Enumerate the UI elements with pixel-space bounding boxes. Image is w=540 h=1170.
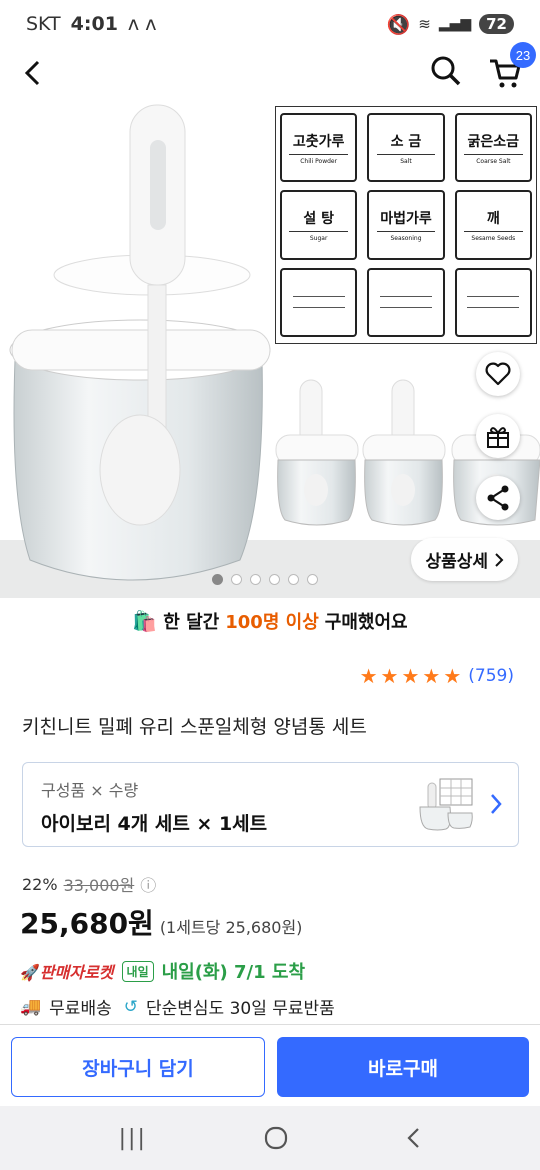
clock: 4:01 bbox=[70, 13, 118, 35]
cart-count-badge: 23 bbox=[510, 42, 536, 68]
star-icon: ★ bbox=[359, 664, 378, 688]
add-to-cart-button[interactable]: 장바구니 담기 bbox=[11, 1037, 265, 1097]
chevron-right-icon bbox=[495, 552, 504, 567]
carousel-dot[interactable] bbox=[288, 574, 299, 585]
back-nav-button[interactable] bbox=[405, 1126, 421, 1150]
signal-icon: ▂▄▆ bbox=[438, 16, 472, 32]
app-header: 23 bbox=[0, 42, 540, 98]
tomorrow-badge: 내일 bbox=[121, 960, 154, 982]
sold-suffix: 구매했어요 bbox=[324, 612, 408, 633]
free-shipping-label: 무료배송 bbox=[49, 999, 112, 1019]
carousel-indicator bbox=[212, 574, 318, 585]
system-nav-bar: ||| bbox=[0, 1106, 540, 1170]
return-icon: ↺ bbox=[123, 996, 138, 1017]
shopping-bag-check-icon: 🛍️ bbox=[132, 609, 158, 633]
discount-row: 22% 33,000원 ⓘ bbox=[22, 872, 156, 896]
purchase-count-banner: 🛍️ 한 달간 100명 이상 구매했어요 bbox=[0, 602, 540, 640]
gift-button[interactable] bbox=[476, 414, 520, 458]
label-sticker-blank bbox=[280, 267, 358, 337]
purchase-actions: 장바구니 담기 바로구매 bbox=[0, 1024, 540, 1106]
option-thumbnail bbox=[419, 778, 473, 831]
back-button[interactable] bbox=[18, 58, 48, 88]
option-selector[interactable]: 구성품 × 수량 아이보리 4개 세트 × 1세트 bbox=[22, 762, 519, 847]
carousel-dot[interactable] bbox=[212, 574, 223, 585]
rating[interactable]: ★ ★ ★ ★ ★ (759) bbox=[360, 664, 514, 688]
label-sticker: 설 탕 Sugar bbox=[280, 190, 358, 260]
carousel-dot[interactable] bbox=[307, 574, 318, 585]
wifi-icon: ≋ bbox=[418, 15, 431, 33]
star-icon: ★ bbox=[401, 664, 420, 688]
search-button[interactable] bbox=[430, 55, 462, 91]
label-sticker: 굵은소금 Coarse Salt bbox=[454, 113, 532, 183]
star-icon: ★ bbox=[380, 664, 399, 688]
label-sticker-blank bbox=[367, 267, 445, 337]
unit-price: (1세트당 25,680원) bbox=[159, 918, 303, 937]
product-image-carousel[interactable]: 고춧가루 Chili Powder 소 금 Salt 굵은소금 Coarse Salt… bbox=[0, 100, 540, 598]
review-count[interactable]: (759) bbox=[468, 666, 514, 686]
cart-button[interactable]: 23 bbox=[488, 42, 536, 90]
rocket-label: 판매자로켓 bbox=[39, 963, 114, 982]
chevron-left-icon bbox=[24, 60, 40, 86]
free-return-label: 단순변심도 30일 무료반품 bbox=[145, 999, 335, 1019]
arrival-date: 내일(화) 7/1 도착 bbox=[161, 962, 306, 983]
wishlist-button[interactable] bbox=[476, 352, 520, 396]
label-sticker: 소 금 Salt bbox=[367, 113, 445, 183]
status-bar: SKT 4:01 ᴧ ᴧ 🔇 ≋ ▂▄▆ 72 bbox=[0, 0, 540, 48]
notification-icon: ᴧ ᴧ bbox=[127, 13, 157, 35]
recent-apps-button[interactable]: ||| bbox=[119, 1126, 147, 1151]
sale-price: 25,680원 bbox=[20, 907, 154, 940]
star-icon: ★ bbox=[443, 664, 462, 688]
carrier-label: SKT bbox=[26, 13, 61, 35]
product-detail-label: 상품상세 bbox=[425, 552, 488, 572]
label-sticker: 고춧가루 Chili Powder bbox=[280, 113, 358, 183]
price-row: 25,680원 (1세트당 25,680원) bbox=[20, 902, 302, 942]
share-button[interactable] bbox=[476, 476, 520, 520]
rocket-icon: 🚀 bbox=[20, 963, 40, 982]
mute-icon: 🔇 bbox=[386, 13, 411, 36]
label-sticker-blank bbox=[454, 267, 532, 337]
shipping-row: 🚚 무료배송 ↺ 단순변심도 30일 무료반품 bbox=[20, 994, 335, 1020]
home-button[interactable] bbox=[264, 1126, 288, 1150]
product-detail-button[interactable]: 상품상세 bbox=[411, 538, 518, 581]
battery-icon: 72 bbox=[479, 14, 514, 34]
original-price: 33,000원 bbox=[63, 876, 135, 895]
label-sticker: 깨 Sesame Seeds bbox=[454, 190, 532, 260]
sold-count: 100명 이상 bbox=[225, 612, 319, 633]
buy-now-button[interactable]: 바로구매 bbox=[277, 1037, 529, 1097]
sold-prefix: 한 달간 bbox=[163, 612, 220, 633]
search-icon bbox=[431, 56, 461, 86]
chevron-right-icon bbox=[491, 794, 502, 814]
carousel-dot[interactable] bbox=[250, 574, 261, 585]
hero-action-buttons bbox=[476, 352, 520, 520]
star-icon: ★ bbox=[422, 664, 441, 688]
delivery-row: 🚀판매자로켓 내일 내일(화) 7/1 도착 bbox=[20, 958, 305, 984]
info-icon[interactable]: ⓘ bbox=[140, 872, 156, 896]
share-icon bbox=[487, 485, 509, 511]
label-sticker-sheet: 고춧가루 Chili Powder 소 금 Salt 굵은소금 Coarse Salt… bbox=[275, 106, 537, 344]
label-sticker: 마법가루 Seasoning bbox=[367, 190, 445, 260]
product-title: 키친니트 밀폐 유리 스푼일체형 양념통 세트 bbox=[22, 716, 367, 738]
discount-rate: 22% bbox=[22, 874, 58, 894]
gift-icon bbox=[487, 427, 509, 448]
heart-icon bbox=[485, 362, 511, 386]
truck-icon: 🚚 bbox=[20, 996, 42, 1017]
carousel-dot[interactable] bbox=[231, 574, 242, 585]
rocket-delivery-badge: 🚀판매자로켓 bbox=[20, 959, 114, 983]
carousel-dot[interactable] bbox=[269, 574, 280, 585]
